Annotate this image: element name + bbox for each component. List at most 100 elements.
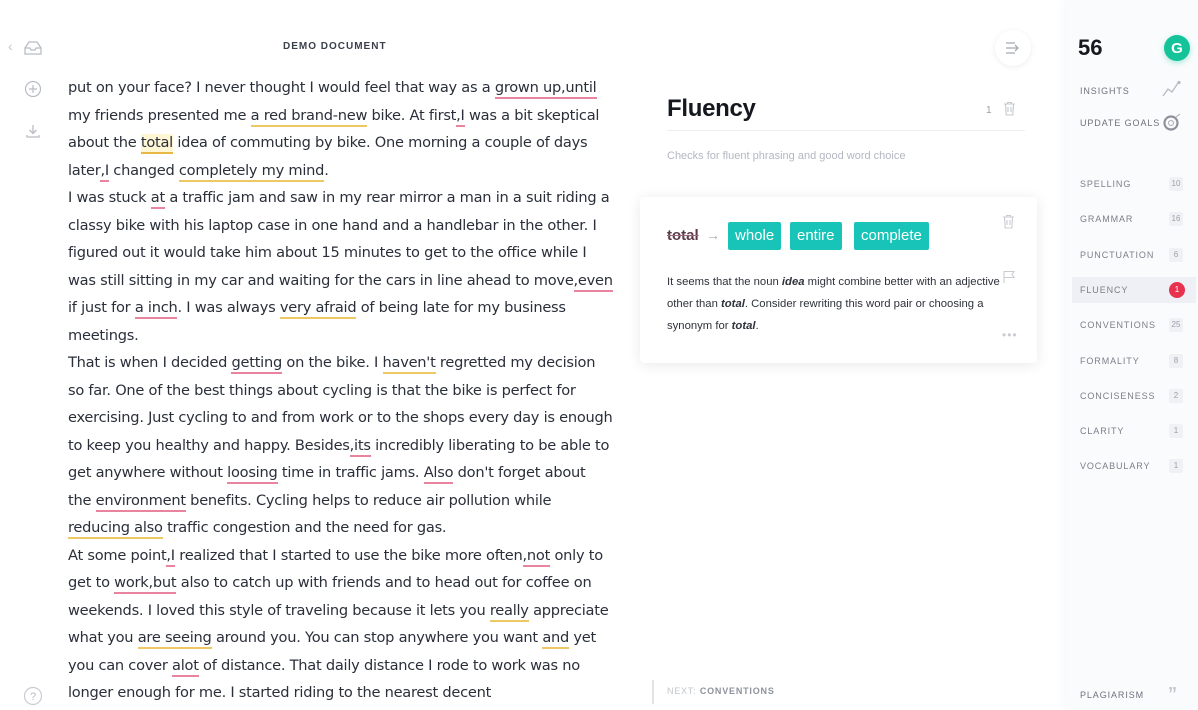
category-label: FLUENCY (1080, 284, 1129, 295)
category-count-badge: 16 (1169, 212, 1183, 227)
insights-link[interactable]: INSIGHTS (1080, 86, 1130, 96)
dismiss-trash-icon[interactable] (1002, 214, 1015, 234)
back-chevron-icon[interactable]: ‹ (8, 38, 13, 54)
suggestion-button-complete[interactable]: complete (854, 222, 929, 250)
clarity-issue-highlight[interactable]: reducing also (68, 519, 163, 539)
correctness-issue-highlight[interactable]: environment (95, 491, 186, 512)
category-count-badge: 1 (1169, 459, 1183, 474)
divider (667, 130, 1025, 131)
clarity-issue-highlight[interactable]: are seeing (137, 629, 212, 649)
text-run: on the bike. I (282, 354, 383, 371)
correctness-issue-highlight[interactable]: ,even (573, 271, 613, 292)
correctness-issue-highlight[interactable]: alot (172, 656, 199, 677)
category-item-clarity[interactable]: CLARITY 1 (1072, 418, 1196, 444)
text-run: put on your face? I never thought I woul… (68, 79, 495, 96)
clarity-issue-highlight[interactable]: haven't (382, 354, 436, 374)
category-count: 1 (986, 105, 992, 116)
category-count-badge: 1 (1169, 281, 1185, 298)
next-category-link[interactable]: NEXT: CONVENTIONS (667, 686, 775, 696)
correctness-issue-highlight[interactable]: getting (231, 354, 282, 374)
clarity-issue-highlight[interactable]: completely my mind (178, 161, 324, 182)
category-item-fluency[interactable]: FLUENCY 1 (1072, 276, 1196, 303)
overall-score: 56 (1078, 35, 1103, 60)
correctness-issue-highlight[interactable]: at (150, 189, 165, 209)
category-item-formality[interactable]: FORMALITY 8 (1072, 348, 1196, 374)
update-goals-link[interactable]: UPDATE GOALS (1080, 118, 1160, 128)
insights-chart-icon[interactable] (1162, 80, 1182, 101)
category-count-badge: 1 (1169, 424, 1183, 439)
text-run: realized that I started to use the bike … (174, 546, 523, 564)
category-count-badge: 2 (1169, 388, 1183, 403)
document-paragraph: At some point,I realized that I started … (68, 542, 613, 707)
next-category-name: CONVENTIONS (699, 686, 775, 696)
correctness-issue-highlight[interactable]: a inch (134, 299, 178, 319)
documents-icon[interactable] (22, 37, 44, 59)
document-paragraph: That is when I decided getting on the bi… (68, 349, 613, 542)
suggestions-panel: Fluency 1 Checks for fluent phrasing and… (620, 0, 1040, 710)
category-count-badge: 8 (1169, 353, 1183, 368)
document-paragraph: put on your face? I never thought I woul… (68, 74, 613, 184)
explanation-text: It seems that the noun (667, 276, 782, 288)
suggestion-button-entire[interactable]: entire (790, 222, 842, 250)
flag-icon[interactable] (1002, 270, 1016, 289)
category-label: FORMALITY (1080, 355, 1140, 366)
clarity-issue-highlight[interactable]: very afraid (279, 299, 357, 319)
correctness-issue-highlight[interactable]: ,I (166, 546, 175, 567)
quote-icon[interactable]: ” (1168, 684, 1177, 705)
clarity-issue-highlight[interactable]: and (542, 629, 569, 649)
correctness-issue-highlight[interactable]: ,its (349, 436, 371, 457)
emphasized-word: total (731, 320, 756, 332)
correctness-issue-highlight[interactable]: ,not (522, 546, 550, 567)
correctness-issue-highlight[interactable]: work,but (114, 574, 177, 594)
correctness-issue-highlight[interactable]: ,I (100, 161, 109, 182)
dismiss-all-trash-icon[interactable] (1003, 101, 1016, 121)
emphasized-word: idea (781, 276, 805, 288)
correctness-issue-highlight[interactable]: grown up,until (494, 79, 597, 99)
category-label: CLARITY (1080, 426, 1125, 437)
right-sidebar: 56 G INSIGHTS UPDATE GOALS SPELLING 10 GRA… (1066, 0, 1198, 710)
text-run: benefits. Cycling helps to reduce air po… (185, 491, 552, 509)
category-label: PUNCTUATION (1080, 249, 1155, 260)
category-count-badge: 25 (1169, 318, 1183, 333)
svg-text:?: ? (30, 691, 36, 703)
suggestion-button-whole[interactable]: whole (728, 222, 782, 250)
suggestion-explanation: It seems that the noun idea might combin… (667, 271, 1002, 337)
document-paragraph: I was stuck at a traffic jam and saw in … (68, 184, 613, 349)
clarity-issue-highlight[interactable]: really (489, 601, 529, 622)
add-document-icon[interactable] (22, 78, 44, 100)
grammarly-logo-icon[interactable]: G (1164, 35, 1190, 61)
left-rail: ‹ ? (0, 0, 60, 710)
text-run: traffic congestion and the need for gas. (162, 519, 447, 536)
emphasized-word: total (721, 298, 745, 310)
category-count-badge: 10 (1169, 177, 1183, 191)
text-run: if just for (68, 299, 135, 316)
clarity-issue-highlight[interactable]: a red brand-new (250, 106, 367, 127)
download-icon[interactable] (22, 120, 44, 142)
help-icon[interactable]: ? (22, 685, 44, 707)
collapse-panel-button[interactable] (995, 30, 1031, 66)
category-count-badge: 6 (1169, 247, 1183, 262)
correctness-issue-highlight[interactable]: loosing (227, 464, 278, 484)
correctness-issue-highlight[interactable]: ,I (456, 106, 465, 127)
category-item-conciseness[interactable]: CONCISENESS 2 (1072, 383, 1196, 409)
goals-target-icon[interactable] (1162, 112, 1182, 135)
category-item-punctuation[interactable]: PUNCTUATION 6 (1072, 242, 1196, 268)
document-editor[interactable]: put on your face? I never thought I woul… (68, 74, 613, 707)
plagiarism-link[interactable]: PLAGIARISM (1080, 690, 1144, 700)
next-indicator-line (652, 680, 654, 704)
correctness-issue-highlight[interactable]: Also (423, 464, 454, 484)
more-options-icon[interactable]: ••• (1002, 328, 1018, 342)
category-label: CONVENTIONS (1080, 320, 1156, 331)
category-title: Fluency (667, 95, 756, 122)
category-label: CONCISENESS (1080, 390, 1156, 401)
document-title: DEMO DOCUMENT (283, 41, 387, 52)
text-run: around you. You can stop anywhere you wa… (211, 629, 543, 646)
category-item-conventions[interactable]: CONVENTIONS 25 (1072, 312, 1196, 338)
text-run: time in traffic jams. (277, 464, 424, 481)
explanation-text: . (755, 320, 759, 332)
category-item-grammar[interactable]: GRAMMAR 16 (1072, 206, 1196, 232)
suggestion-card[interactable]: total → whole entire complete ••• It see… (640, 197, 1037, 363)
category-item-vocabulary[interactable]: VOCABULARY 1 (1072, 453, 1196, 479)
clarity-issue-highlight[interactable]: total (140, 134, 173, 154)
category-item-spelling[interactable]: SPELLING 10 (1072, 171, 1196, 197)
